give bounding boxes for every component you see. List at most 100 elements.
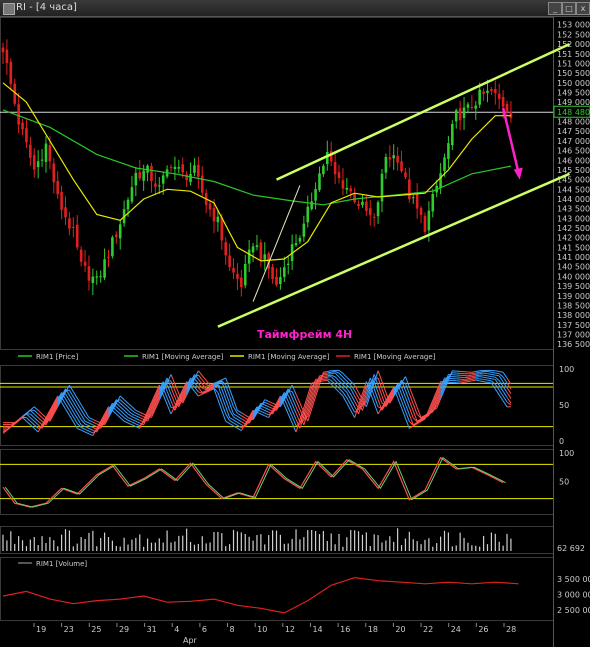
- time-tick-label: 8: [230, 625, 235, 634]
- candle-body: [310, 201, 313, 210]
- candle-body: [357, 204, 360, 206]
- stochastic-ribbon-segment: [475, 370, 480, 373]
- stochastic-ribbon-segment: [229, 420, 234, 424]
- minimize-button[interactable]: _: [548, 2, 562, 15]
- maximize-button[interactable]: □: [562, 2, 576, 15]
- candle-body: [396, 155, 399, 163]
- stochastic-ribbon-segment: [327, 370, 332, 373]
- stochastic-ribbon-segment: [237, 427, 242, 431]
- candle-body: [458, 108, 462, 121]
- stochastic-ribbon-segment: [487, 381, 492, 384]
- stochastic-ribbon-segment: [26, 413, 31, 418]
- oscillator-line-red: [2, 456, 504, 508]
- price-tick-label: 139 500: [557, 282, 590, 291]
- candle-body: [212, 207, 216, 222]
- panel-frame-osc: [0, 449, 554, 515]
- stochastic-ribbon-segment: [194, 378, 199, 384]
- stochastic-ribbon-segment: [127, 402, 133, 408]
- stochastic-ribbon-segment: [84, 423, 90, 427]
- stochastic-ribbon-segment: [467, 377, 472, 380]
- candle-body: [333, 162, 337, 175]
- stochastic-ribbon-segment: [483, 374, 488, 377]
- price-tick-label: 140 500: [557, 263, 590, 272]
- stochastic-ribbon-segment: [264, 401, 269, 405]
- stochastic-ribbon-segment: [491, 376, 496, 378]
- stochastic-ribbon-segment: [334, 383, 340, 389]
- price-tick-label: 143 000: [557, 214, 590, 223]
- price-tick-label: 141 500: [557, 243, 590, 252]
- candle-body: [447, 143, 450, 159]
- stochastic-ribbon-segment: [467, 378, 472, 381]
- stochastic-ribbon-segment: [135, 423, 140, 427]
- stochastic-ribbon-segment: [244, 414, 250, 418]
- chart-area[interactable]: 153 000152 500152 000151 500151 000150 5…: [0, 17, 590, 647]
- stochastic-ribbon-segment: [268, 403, 273, 407]
- price-tick-label: 152 500: [557, 30, 590, 39]
- price-tick-label: 143 500: [557, 205, 590, 214]
- stochastic-ribbon-segment: [487, 371, 492, 373]
- candle-body: [169, 166, 173, 168]
- price-tick-label: 141 000: [557, 253, 590, 262]
- price-tick-label: 147 000: [557, 137, 590, 146]
- candle-body: [490, 89, 493, 92]
- candle-body: [134, 172, 138, 186]
- stochastic-ribbon-segment: [123, 420, 129, 424]
- candle-body: [29, 144, 32, 158]
- candle-body: [115, 234, 118, 237]
- stochastic-ribbon-segment: [483, 381, 488, 383]
- stochastic-ribbon-segment: [260, 408, 265, 411]
- stochastic-ribbon-segment: [323, 376, 328, 379]
- candle-body: [52, 163, 56, 183]
- stochastic-ribbon-segment: [233, 422, 238, 426]
- candle-body: [83, 261, 87, 266]
- candle-body: [443, 157, 446, 171]
- stochastic-ribbon-segment: [460, 381, 465, 384]
- stochastic-ribbon-segment: [467, 380, 472, 383]
- close-button[interactable]: x: [576, 2, 590, 15]
- stochastic-ribbon-segment: [327, 374, 332, 377]
- stochastic-ribbon-segment: [194, 390, 199, 397]
- candle-body: [64, 207, 67, 218]
- price-tick-label: 146 000: [557, 156, 590, 165]
- stochastic-ribbon-segment: [237, 412, 242, 417]
- stochastic-ribbon-segment: [233, 399, 238, 411]
- stochastic-ribbon-segment: [119, 413, 125, 418]
- candle-body: [138, 172, 142, 179]
- stochastic-ribbon-segment: [330, 376, 336, 381]
- candle-body: [466, 104, 470, 108]
- stochastic-ribbon-segment: [323, 372, 328, 375]
- stochastic-ribbon-segment: [342, 372, 348, 378]
- stochastic-ribbon-segment: [327, 371, 332, 374]
- stochastic-ribbon-segment: [491, 378, 496, 380]
- candle-body: [509, 111, 513, 118]
- stochastic-ribbon-segment: [88, 433, 94, 437]
- stochastic-ribbon-segment: [123, 406, 129, 411]
- time-tick-label: 22: [423, 625, 433, 634]
- stochastic-ribbon-segment: [268, 409, 273, 412]
- candle-body: [302, 223, 306, 237]
- candle-body: [126, 199, 130, 210]
- stochastic-ribbon-segment: [115, 406, 121, 411]
- stochastic-ribbon-segment: [346, 376, 352, 382]
- legend-entry: RIM1 [Price]: [36, 353, 78, 361]
- legend-entry: RIM1 [Moving Average]: [354, 353, 436, 361]
- stochastic-ribbon-segment: [84, 420, 90, 424]
- price-tick-label: 148 000: [557, 118, 590, 127]
- price-tick-label: 139 000: [557, 292, 590, 301]
- price-tick-label: 147 500: [557, 127, 590, 136]
- candle-body: [95, 276, 99, 278]
- stochastic-ribbon-segment: [33, 428, 39, 433]
- stochastic-ribbon-segment: [268, 400, 273, 404]
- candle-body: [220, 217, 224, 241]
- candle-body: [404, 172, 407, 178]
- candle-body: [177, 167, 181, 169]
- candle-body: [275, 276, 278, 285]
- volume-value-label: 62 692: [557, 544, 585, 553]
- candle-body: [173, 166, 177, 170]
- stochastic-ribbon-segment: [260, 413, 265, 417]
- stochastic-ribbon-segment: [119, 410, 125, 415]
- stochastic-ribbon-segment: [119, 402, 125, 408]
- stochastic-ribbon-segment: [80, 427, 86, 430]
- stochastic-ribbon-segment: [471, 371, 476, 373]
- price-tick-label: 140 000: [557, 272, 590, 281]
